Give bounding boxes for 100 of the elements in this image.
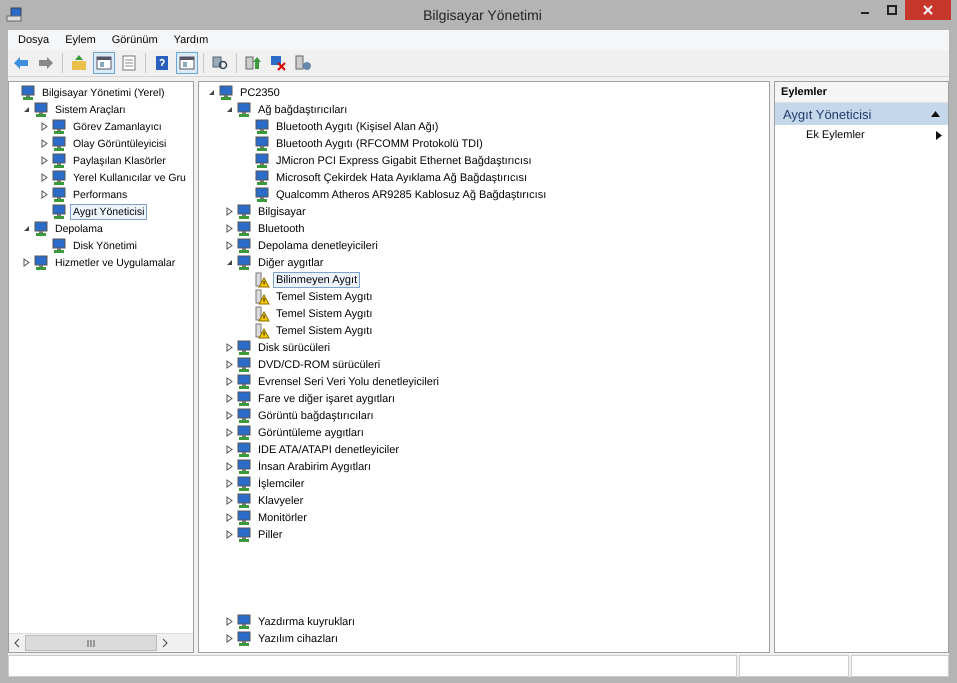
tree-item[interactable]: Disk sürücüleri — [255, 340, 334, 356]
tree-item[interactable]: Evrensel Seri Veri Yolu denetleyicileri — [255, 374, 442, 390]
collapsed-triangle-icon[interactable] — [40, 122, 49, 131]
tree-item[interactable]: Diğer aygıtlar — [255, 254, 326, 270]
tree-item[interactable]: Yerel Kullanıcılar ve Gru — [70, 170, 189, 186]
tree-item[interactable]: Görüntü bağdaştırıcıları — [255, 408, 377, 424]
computer-icon — [51, 152, 67, 168]
computer-icon — [236, 340, 252, 356]
expanded-triangle-icon[interactable] — [207, 89, 216, 96]
tree-toolbar-icon[interactable] — [93, 52, 115, 74]
collapsed-triangle-icon[interactable] — [225, 462, 234, 471]
tree-item[interactable]: Temel Sistem Aygıtı — [273, 322, 376, 338]
actions-toolbar-icon[interactable] — [176, 52, 198, 74]
tree-item[interactable]: İşlemciler — [255, 476, 308, 492]
collapsed-triangle-icon[interactable] — [40, 173, 49, 182]
collapsed-triangle-icon[interactable] — [40, 139, 49, 148]
menu-item[interactable]: Eylem — [57, 34, 104, 46]
collapsed-triangle-icon[interactable] — [225, 377, 234, 386]
action-item[interactable]: Ek Eylemler — [806, 129, 865, 141]
expanded-triangle-icon[interactable] — [225, 259, 234, 266]
tree-item[interactable]: Bilgisayar Yönetimi (Yerel) — [39, 84, 168, 100]
computer-icon — [51, 136, 67, 152]
tree-item[interactable]: Qualcomm Atheros AR9285 Kablosuz Ağ Bağdaştırıcısı — [273, 186, 550, 202]
tree-item[interactable]: Paylaşılan Klasörler — [70, 152, 169, 168]
tree-item[interactable]: Yazdırma kuyrukları — [255, 614, 358, 630]
computer-icon — [6, 7, 24, 23]
computer-icon — [33, 254, 49, 270]
scroll-thumb[interactable] — [25, 635, 157, 651]
tree-item[interactable]: PC2350 — [237, 84, 283, 100]
submenu-arrow-icon — [936, 130, 942, 140]
tree-item[interactable]: JMicron PCI Express Gigabit Ethernet Bağdaştırıcısı — [273, 152, 535, 168]
window-title: Bilgisayar Yönetimi — [422, 7, 543, 23]
tree-item[interactable]: Görev Zamanlayıcı — [70, 118, 165, 134]
collapsed-triangle-icon[interactable] — [225, 207, 234, 216]
tree-item[interactable]: Görüntüleme aygıtları — [255, 424, 367, 440]
tree-item[interactable]: Piller — [255, 526, 286, 542]
collapsed-triangle-icon[interactable] — [225, 530, 234, 539]
tree-item[interactable]: Olay Görüntüleyicisi — [70, 136, 170, 152]
menu-item[interactable]: Yardım — [166, 34, 216, 46]
collapsed-triangle-icon[interactable] — [225, 513, 234, 522]
tree-item[interactable]: DVD/CD-ROM sürücüleri — [255, 356, 384, 372]
computer-icon — [51, 238, 67, 254]
collapsed-triangle-icon[interactable] — [225, 634, 234, 643]
computer-icon — [236, 254, 252, 270]
tree-item[interactable]: Bilinmeyen Aygıt — [273, 272, 360, 288]
computer-icon — [236, 424, 252, 440]
tree-item[interactable]: Yazılım cihazları — [255, 630, 341, 646]
tree-item[interactable]: Bluetooth Aygıtı (Kişisel Alan Ağı) — [273, 118, 442, 134]
close-button[interactable] — [905, 0, 951, 20]
tree-item[interactable]: IDE ATA/ATAPI denetleyiciler — [255, 442, 402, 458]
computer-icon — [33, 102, 49, 118]
expanded-triangle-icon[interactable] — [225, 106, 234, 113]
tree-item[interactable]: Bilgisayar — [255, 204, 309, 220]
collapsed-triangle-icon[interactable] — [225, 479, 234, 488]
computer-icon — [236, 102, 252, 118]
collapsed-triangle-icon[interactable] — [225, 360, 234, 369]
tree-item[interactable]: Bluetooth Aygıtı (RFCOMM Protokolü TDI) — [273, 136, 486, 152]
tree-item[interactable]: Performans — [70, 186, 130, 202]
collapsed-triangle-icon[interactable] — [225, 496, 234, 505]
tree-item[interactable]: Ağ bağdaştırıcıları — [255, 102, 350, 118]
tree-item[interactable]: İnsan Arabirim Aygıtları — [255, 458, 374, 474]
collapsed-triangle-icon[interactable] — [22, 258, 31, 267]
collapsed-triangle-icon[interactable] — [225, 445, 234, 454]
collapsed-triangle-icon[interactable] — [225, 411, 234, 420]
scroll-left-icon[interactable] — [13, 638, 21, 648]
expanded-triangle-icon[interactable] — [22, 106, 31, 113]
tree-item[interactable]: Bluetooth — [255, 220, 308, 236]
scroll-right-icon[interactable] — [161, 638, 169, 648]
tree-item[interactable]: Hizmetler ve Uygulamalar — [52, 254, 178, 270]
collapsed-triangle-icon[interactable] — [225, 241, 234, 250]
collapse-triangle-icon[interactable] — [931, 111, 940, 117]
computer-icon — [236, 356, 252, 372]
horizontal-scrollbar[interactable] — [9, 633, 193, 652]
collapsed-triangle-icon[interactable] — [225, 224, 234, 233]
collapsed-triangle-icon[interactable] — [225, 343, 234, 352]
menu-item[interactable]: Görünüm — [104, 34, 166, 46]
tree-item[interactable]: Temel Sistem Aygıtı — [273, 288, 376, 304]
computer-icon — [236, 390, 252, 406]
collapsed-triangle-icon[interactable] — [40, 156, 49, 165]
tree-item[interactable]: Monitörler — [255, 510, 310, 526]
computer-icon — [236, 630, 252, 646]
tree-item[interactable]: Depolama denetleyicileri — [255, 238, 381, 254]
tree-item[interactable]: Disk Yönetimi — [70, 238, 140, 254]
tree-item[interactable]: Temel Sistem Aygıtı — [273, 306, 376, 322]
collapsed-triangle-icon[interactable] — [225, 394, 234, 403]
collapsed-triangle-icon[interactable] — [225, 428, 234, 437]
computer-icon — [20, 84, 36, 100]
tree-item[interactable]: Klavyeler — [255, 492, 306, 508]
tree-item[interactable]: Depolama — [52, 220, 106, 236]
expanded-triangle-icon[interactable] — [22, 225, 31, 232]
actions-section-header[interactable]: Aygıt Yöneticisi — [775, 103, 948, 125]
tree-item[interactable]: Microsoft Çekirdek Hata Ayıklama Ağ Bağdaştırıcısı — [273, 170, 530, 186]
tree-item[interactable]: Aygıt Yöneticisi — [70, 204, 148, 220]
computer-icon — [51, 118, 67, 134]
computer-icon — [236, 220, 252, 236]
collapsed-triangle-icon[interactable] — [40, 190, 49, 199]
tree-item[interactable]: Fare ve diğer işaret aygıtları — [255, 390, 398, 406]
collapsed-triangle-icon[interactable] — [225, 617, 234, 626]
tree-item[interactable]: Sistem Araçları — [52, 102, 129, 118]
menu-item[interactable]: Dosya — [10, 34, 58, 46]
